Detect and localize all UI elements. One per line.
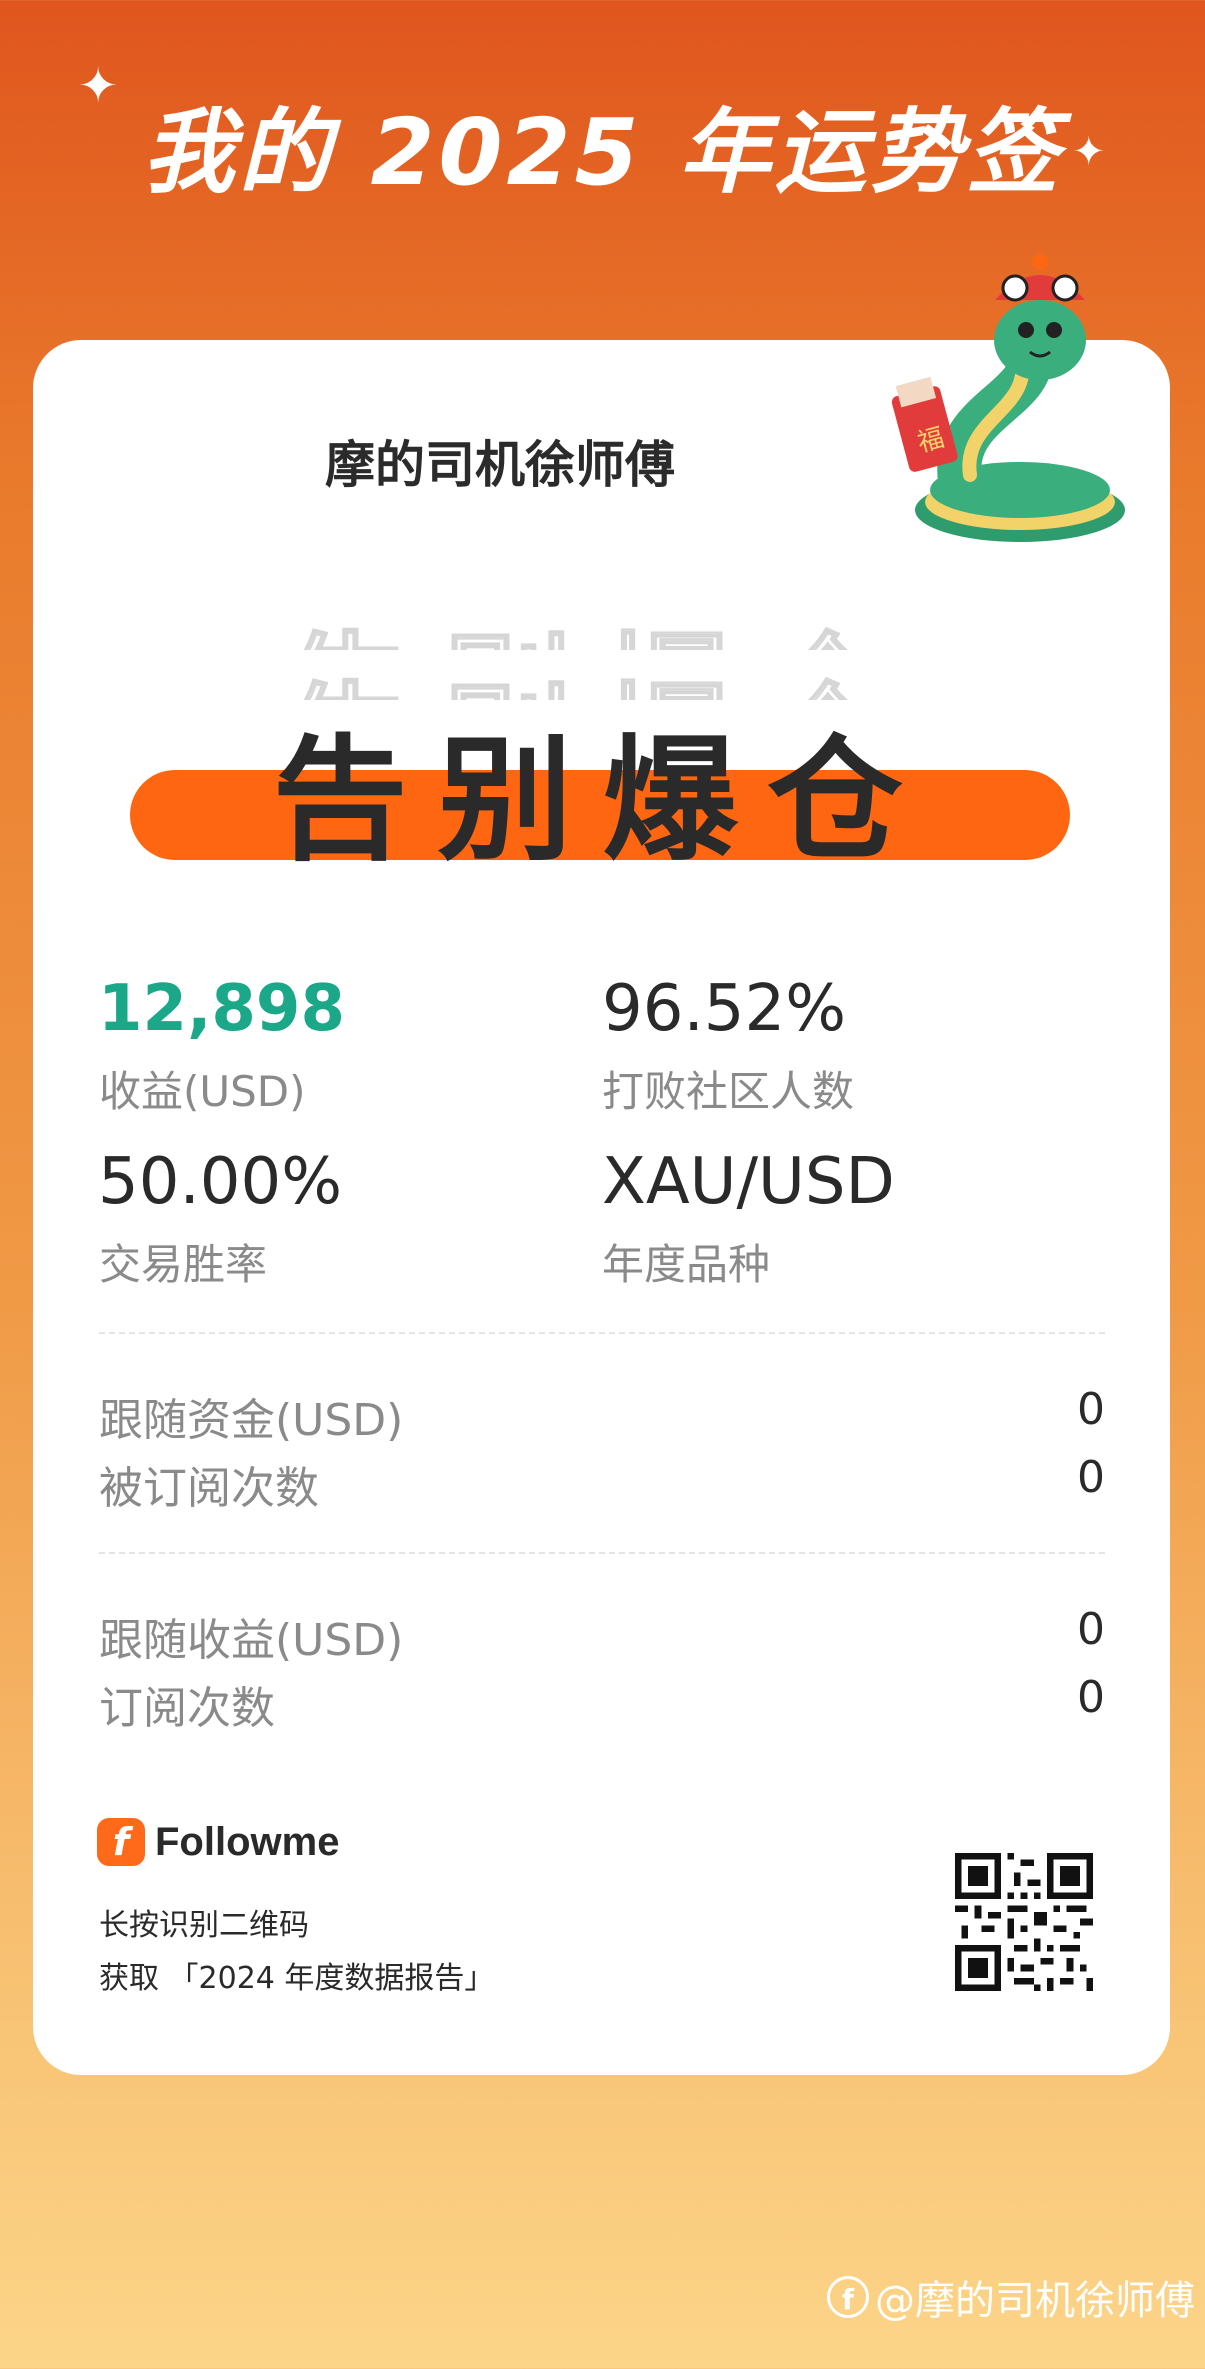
divider xyxy=(99,1552,1105,1554)
watermark: f @摩的司机徐师傅 xyxy=(827,2268,1195,2326)
qr-hint-line1: 长按识别二维码 xyxy=(99,1908,309,1943)
subscribed-count-value: 0 xyxy=(1077,1452,1105,1503)
beat-rate-value: 96.52% xyxy=(602,972,847,1046)
sparkle-right-icon: ✦ xyxy=(1072,129,1106,175)
winrate-label: 交易胜率 xyxy=(99,1240,268,1289)
watermark-text: @摩的司机徐师傅 xyxy=(875,2278,1195,2324)
snake-mascot-icon: 福 xyxy=(891,254,1125,542)
follow-funds-label: 跟随资金(USD) xyxy=(99,1395,404,1446)
subscription-count-label: 订阅次数 xyxy=(99,1683,275,1734)
follow-earnings-value: 0 xyxy=(1077,1604,1105,1655)
username: 摩的司机徐师傅 xyxy=(325,436,675,494)
followme-logo-icon: f xyxy=(97,1818,145,1866)
subscription-count-value: 0 xyxy=(1077,1672,1105,1723)
symbol-value: XAU/USD xyxy=(602,1145,895,1219)
profit-value: 12,898 xyxy=(98,972,345,1046)
qr-code-icon[interactable] xyxy=(955,1853,1093,1991)
page-title: 我的 2025 年运势签 xyxy=(142,99,1063,206)
divider xyxy=(99,1332,1105,1334)
winrate-value: 50.00% xyxy=(98,1145,343,1219)
follow-funds-value: 0 xyxy=(1077,1384,1105,1435)
beat-rate-label: 打败社区人数 xyxy=(602,1067,855,1116)
watermark-logo-icon: f xyxy=(827,2276,869,2318)
followme-logo: f Followme xyxy=(97,1818,339,1866)
slogan-title: 告别爆仓 xyxy=(272,722,933,879)
subscribed-count-label: 被订阅次数 xyxy=(99,1463,319,1514)
symbol-label: 年度品种 xyxy=(602,1240,771,1289)
brand-name: Followme xyxy=(155,1819,340,1864)
follow-earnings-label: 跟随收益(USD) xyxy=(99,1615,404,1666)
profit-label: 收益(USD) xyxy=(99,1067,306,1116)
qr-hint-line2: 获取 「2024 年度数据报告」 xyxy=(99,1961,495,1996)
